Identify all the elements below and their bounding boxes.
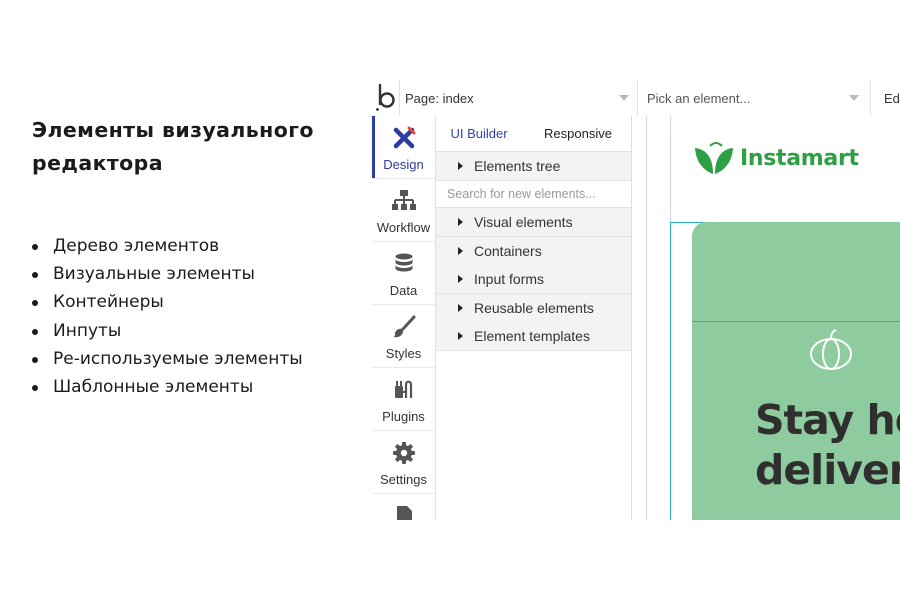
page-selector[interactable]: Page: index xyxy=(405,80,633,116)
plug-icon xyxy=(395,380,413,398)
tab-label: Data xyxy=(389,283,418,298)
canvas-guide xyxy=(670,222,671,520)
bullet-item: Шаблонные элементы xyxy=(32,373,303,401)
tab-data[interactable]: Data xyxy=(372,242,435,305)
paintbrush-icon xyxy=(393,315,416,338)
bubble-logo-icon[interactable] xyxy=(375,82,397,112)
bullet-item: Ре-используемые элементы xyxy=(32,345,303,373)
palette-tabs: UI Builder Responsive xyxy=(436,116,631,152)
pumpkin-icon xyxy=(810,329,852,370)
bullet-item: Контейнеры xyxy=(32,288,303,316)
slide-title: Элементы визуального редактора xyxy=(32,118,314,175)
tab-label: Settings xyxy=(380,472,427,487)
hero-heading-line: deliver xyxy=(755,446,900,494)
brand-header[interactable]: Instamart xyxy=(694,138,859,178)
section-reusable-elements[interactable]: Reusable elements xyxy=(436,294,631,323)
design-tools-icon xyxy=(393,126,416,149)
element-palette: UI Builder Responsive Elements tree Visu… xyxy=(436,116,632,520)
divider xyxy=(637,80,638,116)
canvas-guide xyxy=(670,116,671,222)
elements-tree-toggle[interactable]: Elements tree xyxy=(436,152,631,181)
tab-ui-builder[interactable]: UI Builder xyxy=(436,116,522,151)
edit-menu-label: Ed xyxy=(884,90,900,106)
element-picker-placeholder: Pick an element... xyxy=(647,90,751,106)
brand-name: Instamart xyxy=(740,145,859,171)
caret-right-icon xyxy=(458,218,463,226)
caret-right-icon xyxy=(458,275,463,283)
edit-menu[interactable]: Ed xyxy=(884,80,900,116)
gear-icon xyxy=(393,442,415,464)
leaf-logo-icon xyxy=(695,142,733,174)
tab-label: Styles xyxy=(385,346,422,361)
tab-label: Design xyxy=(383,157,424,172)
tab-settings[interactable]: Settings xyxy=(372,431,435,494)
section-label: Input forms xyxy=(474,271,545,287)
section-containers[interactable]: Containers xyxy=(436,237,631,266)
hero-heading-line: Stay ho xyxy=(755,396,900,444)
workflow-hierarchy-icon xyxy=(392,190,416,210)
tab-more[interactable] xyxy=(372,494,435,520)
divider xyxy=(870,80,871,116)
bullet-item: Дерево элементов xyxy=(32,232,303,260)
document-icon xyxy=(397,506,412,520)
element-picker[interactable]: Pick an element... xyxy=(647,80,865,116)
chevron-down-icon xyxy=(619,95,629,101)
canvas-guide xyxy=(692,321,900,322)
canvas-guide xyxy=(646,116,647,520)
tab-plugins[interactable]: Plugins xyxy=(372,368,435,431)
bullet-item: Визуальные элементы xyxy=(32,260,303,288)
tab-workflow[interactable]: Workflow xyxy=(372,179,435,242)
tab-label: Plugins xyxy=(382,409,425,424)
hero-heading: Stay ho deliver xyxy=(755,395,900,495)
section-label: Containers xyxy=(474,243,542,259)
section-visual-elements[interactable]: Visual elements xyxy=(436,208,631,237)
section-label: Reusable elements xyxy=(474,300,594,316)
caret-right-icon xyxy=(458,332,463,340)
caret-right-icon xyxy=(458,304,463,312)
caret-right-icon xyxy=(458,162,463,170)
side-tabs: Design Workflow Data Styles Plugins Sett… xyxy=(372,116,436,520)
section-label: Elements tree xyxy=(474,158,561,174)
caret-right-icon xyxy=(458,247,463,255)
bullet-list: Дерево элементов Визуальные элементы Кон… xyxy=(32,232,303,401)
divider xyxy=(399,80,400,116)
editor-topbar: Page: index Pick an element... Ed xyxy=(368,80,900,117)
section-label: Element templates xyxy=(474,328,590,344)
tab-styles[interactable]: Styles xyxy=(372,305,435,368)
tab-responsive[interactable]: Responsive xyxy=(532,116,624,151)
section-label: Visual elements xyxy=(474,214,573,230)
page-selector-label: Page: index xyxy=(405,90,474,106)
section-element-templates[interactable]: Element templates xyxy=(436,322,631,351)
hero-section[interactable]: Stay ho deliver xyxy=(692,222,900,520)
editor-window: Page: index Pick an element... Ed Design xyxy=(368,80,900,520)
database-icon xyxy=(395,253,413,272)
bullet-item: Инпуты xyxy=(32,317,303,345)
element-search-input[interactable] xyxy=(436,181,631,208)
section-input-forms[interactable]: Input forms xyxy=(436,265,631,294)
page-canvas[interactable]: Instamart Stay ho deliver xyxy=(632,116,900,520)
tab-label: Workflow xyxy=(376,220,431,235)
tab-design[interactable]: Design xyxy=(372,116,435,179)
chevron-down-icon xyxy=(849,95,859,101)
